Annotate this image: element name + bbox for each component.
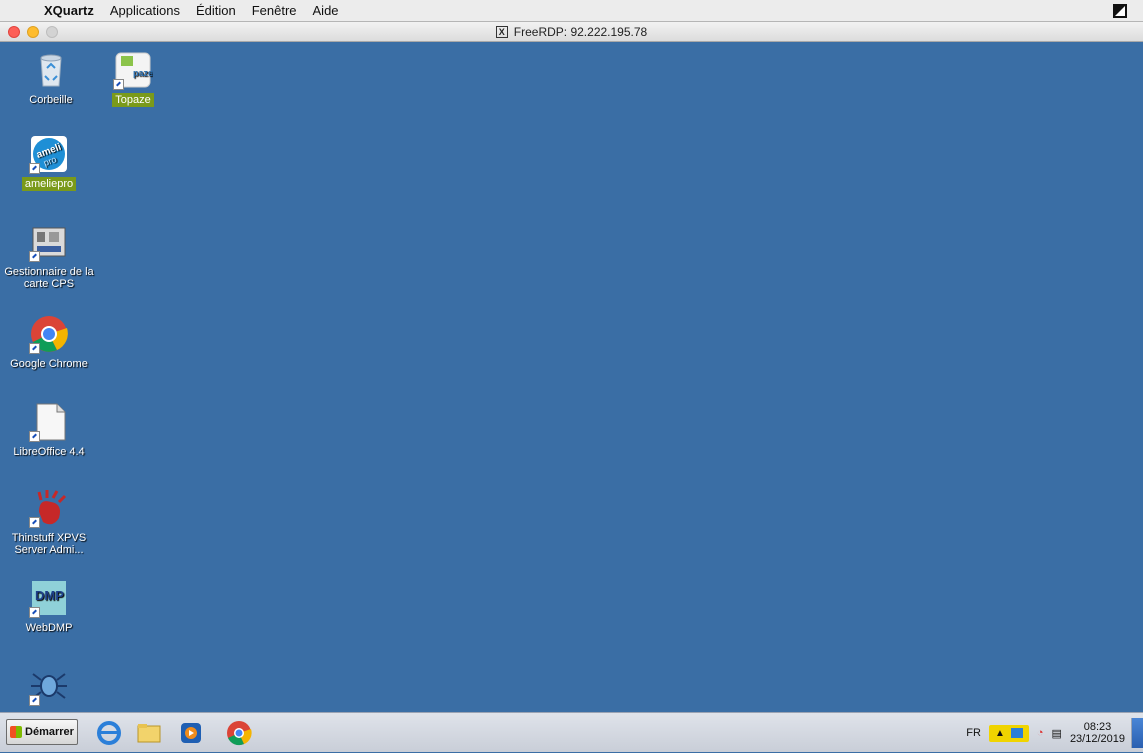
window-title-bar: X FreeRDP: 92.222.195.78 <box>0 22 1143 42</box>
mac-menu-bar: XQuartz Applications Édition Fenêtre Aid… <box>0 0 1143 22</box>
shortcut-arrow-icon <box>113 79 124 90</box>
menu-edition[interactable]: Édition <box>188 3 244 18</box>
clock[interactable]: 08:23 23/12/2019 <box>1070 721 1125 745</box>
webdmp-icon: DMP <box>29 578 69 618</box>
shortcut-arrow-icon <box>29 163 40 174</box>
bug-icon <box>29 666 69 706</box>
tray-app-icon[interactable] <box>1010 728 1023 738</box>
desktop-icon-ameliepro[interactable]: ameli pro ameliepro <box>4 134 94 191</box>
window-title: FreeRDP: 92.222.195.78 <box>513 24 648 39</box>
desktop-icon-cps-manager[interactable]: Gestionnaire de la carte CPS <box>4 222 94 290</box>
media-player-icon[interactable] <box>178 720 204 746</box>
shortcut-arrow-icon <box>29 607 40 618</box>
desktop-icon-label: ameliepro <box>21 177 77 191</box>
desktop-icon-label: WebDMP <box>25 622 73 634</box>
desktop-icon-libreoffice[interactable]: LibreOffice 4.4 <box>4 402 94 458</box>
zoom-window-button[interactable] <box>46 26 58 38</box>
desktop-icon-label: Topaze <box>112 93 154 107</box>
close-window-button[interactable] <box>8 26 20 38</box>
shortcut-arrow-icon <box>29 343 40 354</box>
clock-time: 08:23 <box>1083 721 1112 733</box>
desktop-icon-label: Google Chrome <box>10 358 88 370</box>
clock-date: 23/12/2019 <box>1069 733 1125 745</box>
show-hidden-icons-icon[interactable]: ▲ <box>995 728 1005 739</box>
ameli-pro-icon: ameli pro <box>29 134 69 174</box>
file-explorer-icon[interactable] <box>136 720 162 746</box>
start-button[interactable]: Démarrer <box>6 719 78 745</box>
windows-taskbar: Démarrer FR ▲ ◔ ▤ 08:23 23/12/2019 <box>0 712 1143 752</box>
shortcut-arrow-icon <box>29 431 40 442</box>
network-icon[interactable]: ◔ <box>1037 727 1044 739</box>
shortcut-arrow-icon <box>29 517 40 528</box>
desktop-icon-chrome[interactable]: Google Chrome <box>4 314 94 370</box>
thinstuff-icon <box>29 488 69 528</box>
desktop-icon-thinstuff[interactable]: Thinstuff XPVS Server Admi... <box>4 488 94 556</box>
desktop-icon-topaze[interactable]: paze Topaze <box>88 50 178 107</box>
chrome-taskbar-icon[interactable] <box>226 720 252 746</box>
show-desktop-button[interactable] <box>1131 718 1143 748</box>
system-tray: FR ▲ ◔ ▤ 08:23 23/12/2019 <box>966 713 1143 753</box>
volume-icon[interactable]: ▤ <box>1052 727 1062 740</box>
cps-manager-icon <box>29 222 69 262</box>
tray-highlight: ▲ <box>988 724 1029 742</box>
desktop-icon-label: LibreOffice 4.4 <box>13 446 85 458</box>
desktop-icon-bug[interactable] <box>4 666 94 710</box>
app-menu-xquartz[interactable]: XQuartz <box>36 3 102 18</box>
menu-fenetre[interactable]: Fenêtre <box>244 3 305 18</box>
menu-aide[interactable]: Aide <box>305 3 347 18</box>
minimize-window-button[interactable] <box>27 26 39 38</box>
recycle-bin-icon <box>31 50 71 90</box>
language-indicator[interactable]: FR <box>966 727 981 739</box>
desktop-icon-label: Corbeille <box>29 94 73 106</box>
desktop-icon-label: Gestionnaire de la carte CPS <box>4 266 94 290</box>
chrome-icon <box>29 314 69 354</box>
desktop-icon-label: Thinstuff XPVS Server Admi... <box>11 532 87 556</box>
desktop-icon-webdmp[interactable]: DMP WebDMP <box>4 578 94 634</box>
windows-logo-icon <box>10 726 23 738</box>
remote-desktop: Corbeille paze Topaze ameli pro ameliepr… <box>0 42 1143 712</box>
shortcut-arrow-icon <box>29 695 40 706</box>
menu-applications[interactable]: Applications <box>102 3 188 18</box>
start-label: Démarrer <box>25 726 74 738</box>
svg-text:paze: paze <box>133 68 153 78</box>
internet-explorer-icon[interactable] <box>96 720 122 746</box>
svg-text:DMP: DMP <box>35 588 64 603</box>
libreoffice-icon <box>29 402 69 442</box>
shortcut-arrow-icon <box>29 251 40 262</box>
desktop-icon-corbeille[interactable]: Corbeille <box>6 50 96 106</box>
xquartz-status-icon[interactable] <box>1113 4 1127 18</box>
topaze-icon: paze <box>113 50 153 90</box>
x11-icon: X <box>495 25 508 38</box>
